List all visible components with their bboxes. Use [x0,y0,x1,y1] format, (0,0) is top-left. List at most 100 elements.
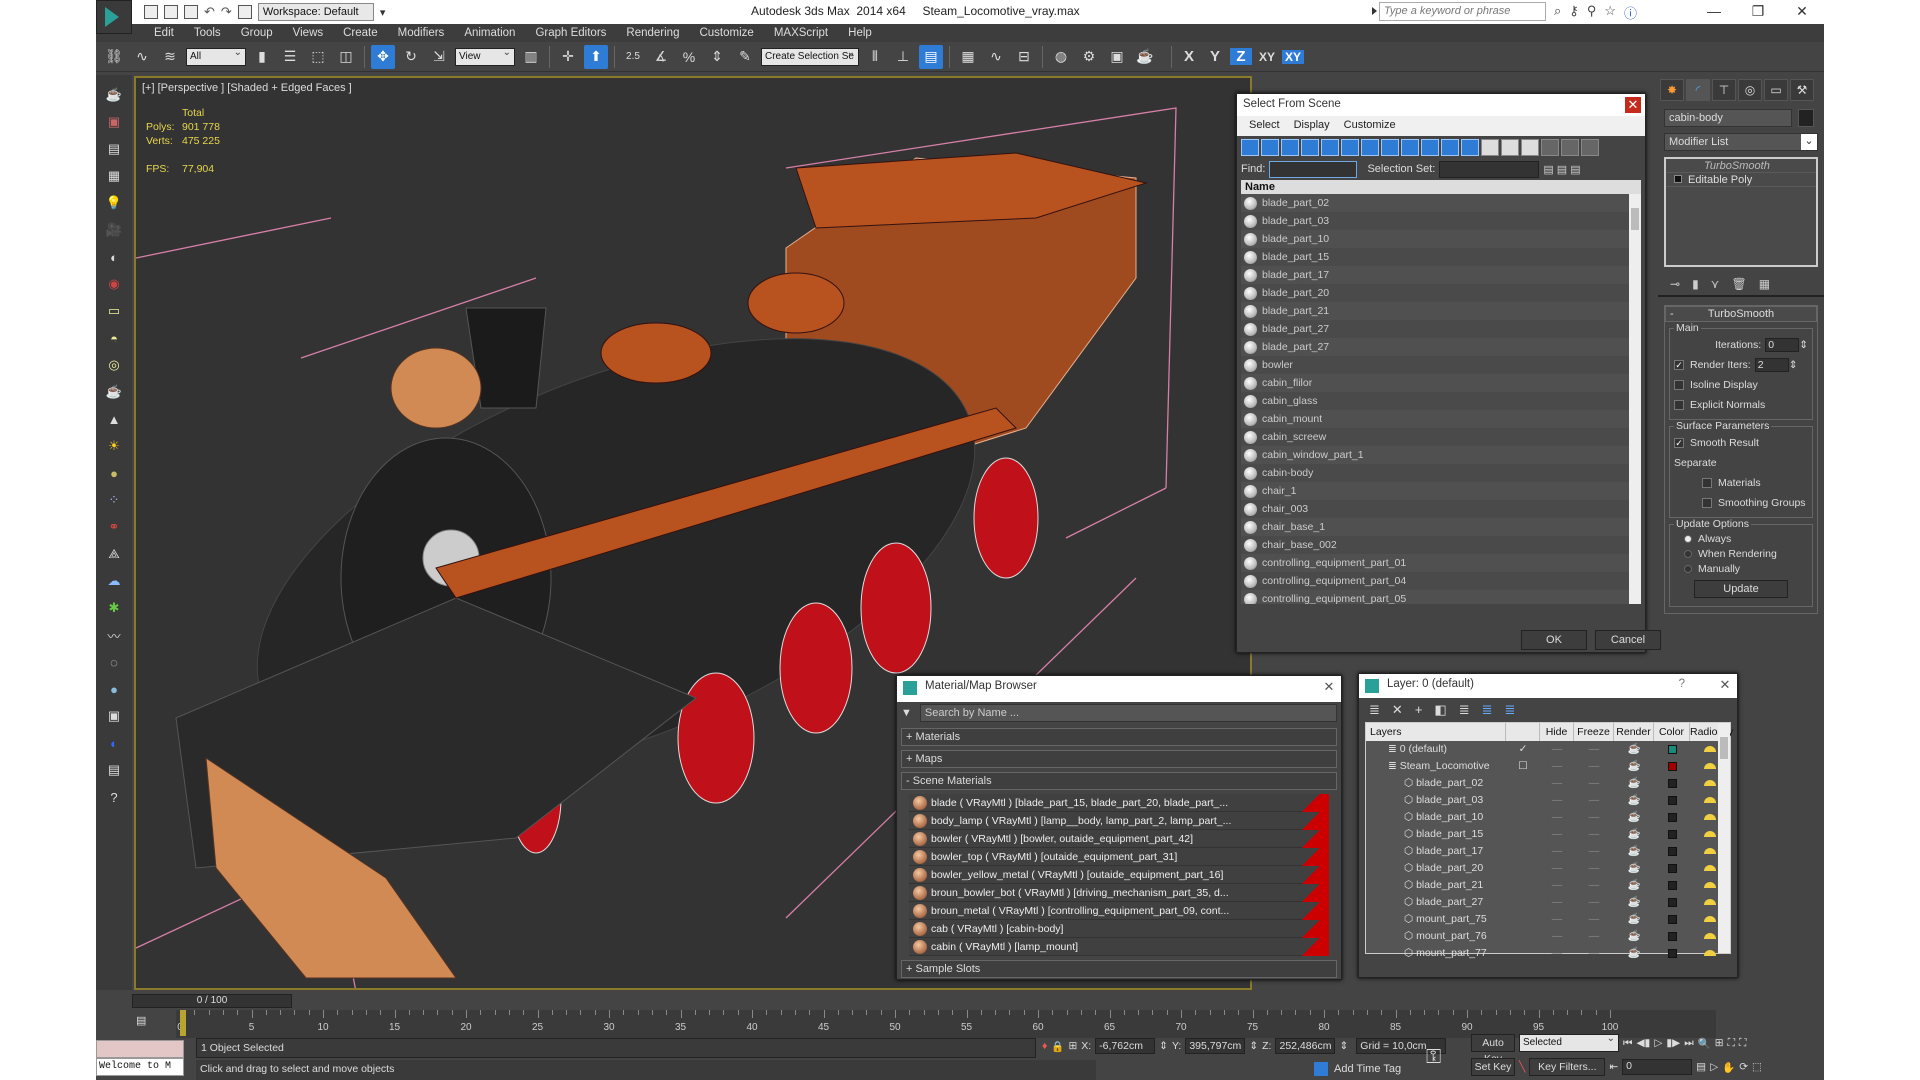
object-list-item[interactable]: blade_part_10 [1241,230,1641,248]
scene-material-item[interactable]: blade ( VRayMtl ) [blade_part_15, blade_… [909,794,1329,812]
create-layer-icon[interactable]: ≣ [1369,702,1380,718]
render-teapot-icon[interactable]: ☕ [1614,741,1654,758]
filter-groups-icon[interactable] [1361,139,1379,156]
layer-row[interactable]: ≣ Steam_Locomotive ☐ — — ☕ [1366,758,1730,775]
rect-selection-icon[interactable]: ⬚ [306,45,330,69]
rendered-frame-icon[interactable]: ▣ [1105,45,1129,69]
layer-row[interactable]: ⬡ mount_part_75— — ☕ [1366,911,1730,928]
object-list-item[interactable]: blade_part_02 [1241,194,1641,212]
layer-color-swatch[interactable] [1654,809,1690,826]
material-editor-icon[interactable]: ◍ [1049,45,1073,69]
menu-help[interactable]: Help [838,24,882,42]
render-iters-checkbox[interactable]: ✓ [1674,360,1684,370]
layer-row[interactable]: ≣ 0 (default) ✓ — — ☕ [1366,741,1730,758]
freeze-toggle[interactable]: — [1574,809,1614,826]
layer-color-swatch[interactable] [1654,775,1690,792]
current-layer-flag[interactable] [1506,860,1540,877]
light-lister-icon[interactable]: 💡 [103,193,125,213]
layer-row[interactable]: ⬡ blade_part_10— — ☕ [1366,809,1730,826]
isolate-icon[interactable]: ♦ [1042,1040,1047,1052]
next-frame-icon[interactable]: ▮▶ [1666,1037,1680,1049]
current-layer-flag[interactable] [1506,775,1540,792]
save-icon[interactable] [184,5,198,19]
filter-geometry-icon[interactable] [1241,139,1259,156]
turbosmooth-rollout-header[interactable]: TurboSmooth [1665,306,1817,322]
key-icon[interactable]: ⚷ [1569,3,1579,22]
close-dialog-button[interactable]: ✕ [1625,97,1641,113]
freeze-toggle[interactable]: — [1574,826,1614,843]
modify-tab-icon[interactable]: ◜ [1686,79,1710,101]
layer-color-swatch[interactable] [1654,945,1690,962]
z-coord-field[interactable]: 252,486cm [1275,1038,1336,1054]
current-layer-flag[interactable] [1506,945,1540,962]
menu-create[interactable]: Create [333,24,388,42]
mirror-icon[interactable]: ⫴ [863,45,887,69]
make-unique-icon[interactable]: ⋎ [1711,277,1720,291]
sun-icon[interactable]: ☀ [103,436,125,456]
object-name-field[interactable]: cabin-body [1664,109,1792,127]
select-scale-icon[interactable]: ⇲ [427,45,451,69]
y-coord-field[interactable]: 395,797cm [1185,1038,1246,1054]
field-of-view-icon[interactable]: ▷ [1710,1061,1718,1073]
freeze-toggle[interactable]: — [1574,843,1614,860]
pin-stack-icon[interactable]: ⊸ [1670,277,1680,291]
layer-row[interactable]: ⬡ blade_part_03— — ☕ [1366,792,1730,809]
freeze-toggle[interactable]: — [1574,877,1614,894]
hide-all-layers-icon[interactable]: ≣ [1482,702,1493,718]
hierarchy-icon[interactable] [1561,139,1579,156]
selection-lock-icon[interactable]: 🔒 [1051,1040,1064,1053]
maximize-viewport-icon[interactable]: ⬚ [1752,1061,1762,1073]
hide-toggle[interactable]: — [1540,928,1574,945]
ies-light-icon[interactable]: ▲ [103,409,125,429]
selection-filter-dropdown[interactable]: All [186,47,246,66]
ambient-light-icon[interactable]: ● [103,463,125,483]
current-layer-flag[interactable] [1506,826,1540,843]
image-viewer-icon[interactable]: ▣ [103,706,125,726]
menu-graph-editors[interactable]: Graph Editors [525,24,616,42]
proxy-icon[interactable]: ⟁ [103,544,125,564]
maximize-button[interactable]: ❐ [1736,0,1780,22]
keyword-search-input[interactable]: Type a keyword or phrase [1379,2,1546,21]
menu-rendering[interactable]: Rendering [616,24,689,42]
sphere-light-icon[interactable]: ◎ [103,355,125,375]
object-list-item[interactable]: cabin-body [1241,464,1641,482]
close-button[interactable]: ✕ [1780,0,1824,22]
edit-named-selection-icon[interactable]: ✎ [733,45,757,69]
open-file-icon[interactable] [164,5,178,19]
key-mode-toggle-icon[interactable]: ⇤ [1609,1061,1618,1073]
remove-modifier-icon[interactable]: 🗑 [1731,277,1746,291]
current-layer-flag[interactable]: ✓ [1506,741,1540,758]
layer-color-swatch[interactable] [1654,843,1690,860]
workspace-dropdown[interactable]: Workspace: Default [257,3,374,21]
hide-toggle[interactable]: — [1540,809,1574,826]
select-in-layer-icon[interactable]: ◧ [1434,702,1446,718]
axis-y-button[interactable]: Y [1204,48,1226,65]
filter-cameras-icon[interactable] [1301,139,1319,156]
freeze-toggle[interactable]: — [1574,792,1614,809]
zoom-extents-all-icon[interactable]: ⛶ [1739,1037,1746,1050]
undo-icon[interactable]: ↶ [204,4,215,20]
render-teapot-icon[interactable]: ☕ [1614,775,1654,792]
vray-toggle-icon[interactable]: ◐ [103,733,125,753]
layer-color-swatch[interactable] [1654,911,1690,928]
close-layer-manager-button[interactable]: ✕ [1717,677,1733,693]
key-tangent-icon[interactable]: ╲ [1519,1061,1525,1073]
layer-row[interactable]: ⬡ blade_part_17— — ☕ [1366,843,1730,860]
maps-section[interactable]: + Maps [901,750,1337,768]
object-list-item[interactable]: blade_part_21 [1241,302,1641,320]
camera-icon[interactable]: 🎥 [103,220,125,240]
close-browser-button[interactable]: ✕ [1321,679,1337,695]
time-config-icon[interactable]: ▤ [1696,1061,1706,1073]
isoline-display-checkbox[interactable] [1674,380,1684,390]
scene-material-item[interactable]: broun_metal ( VRayMtl ) [controlling_equ… [909,902,1329,920]
layer-help-button[interactable]: ? [1679,678,1685,690]
layer-color-swatch[interactable] [1654,758,1690,775]
object-list-item[interactable]: blade_part_15 [1241,248,1641,266]
current-layer-flag[interactable] [1506,928,1540,945]
new-file-icon[interactable] [144,5,158,19]
freeze-toggle[interactable]: — [1574,894,1614,911]
modifier-list-dropdown[interactable]: Modifier List [1664,133,1818,151]
go-to-end-icon[interactable]: ⏭ [1684,1037,1693,1050]
link-icon[interactable]: ⛓ [102,45,126,69]
selection-set-icons[interactable]: ▤ ▤ ▤ [1543,163,1580,176]
